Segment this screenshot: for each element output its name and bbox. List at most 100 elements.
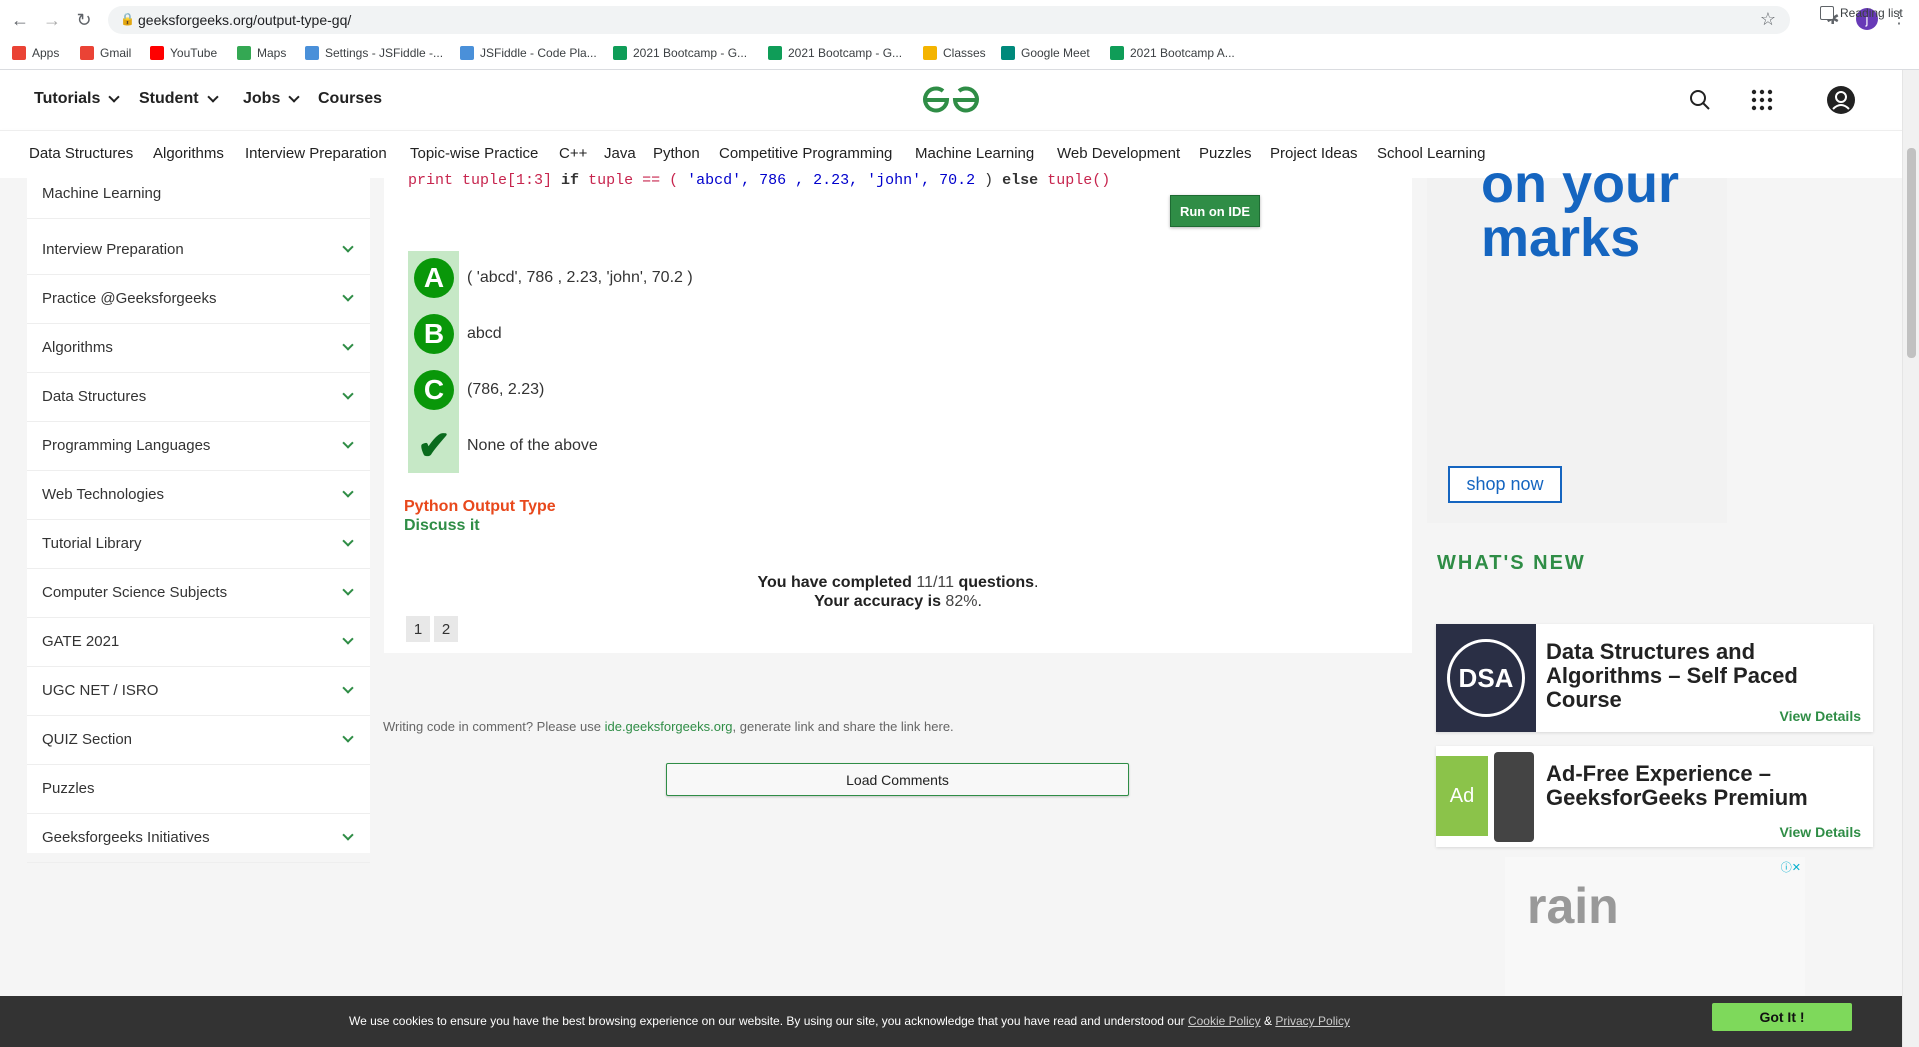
ide-link[interactable]: ide.geeksforgeeks.org [605, 719, 733, 734]
bookmark-item[interactable]: Gmail [80, 46, 131, 60]
sidebar-item[interactable]: Geeksforgeeks Initiatives [27, 814, 370, 863]
menu-tutorials[interactable]: Tutorials [34, 90, 121, 108]
chevron-down-icon [342, 731, 354, 743]
user-account-icon[interactable] [1826, 85, 1856, 115]
course-card-premium[interactable]: Ad Ad-Free Experience – GeeksforGeeks Pr… [1436, 746, 1873, 847]
shop-now-button[interactable]: shop now [1448, 466, 1562, 503]
bookmark-favicon-icon [923, 46, 937, 60]
bookmark-item[interactable]: YouTube [150, 46, 217, 60]
card-title: Data Structures and Algorithms – Self Pa… [1546, 639, 1798, 712]
browser-toolbar: ← → ↻ 🔒 geeksforgeeks.org/output-type-gq… [0, 0, 1919, 70]
load-comments-button[interactable]: Load Comments [666, 763, 1129, 796]
subnav-item[interactable]: Machine Learning [915, 145, 1034, 162]
subnav-item[interactable]: Python [653, 145, 700, 162]
bookmark-favicon-icon [1110, 46, 1124, 60]
sidebar-item[interactable]: Interview Preparation [27, 226, 370, 275]
got-it-button[interactable]: Got It ! [1712, 1003, 1852, 1031]
star-icon[interactable]: ☆ [1760, 9, 1776, 30]
reading-list[interactable]: Reading list [1820, 6, 1903, 20]
option-text[interactable]: (786, 2.23) [467, 381, 544, 399]
bookmark-item[interactable]: Settings - JSFiddle -... [305, 46, 443, 60]
address-bar[interactable]: 🔒 geeksforgeeks.org/output-type-gq/ ☆ [108, 6, 1790, 34]
subnav-item[interactable]: School Learning [1377, 145, 1485, 162]
option-text[interactable]: abcd [467, 325, 502, 343]
sidebar-item[interactable]: Web Technologies [27, 471, 370, 520]
cookie-policy-link[interactable]: Cookie Policy [1188, 1014, 1261, 1028]
sidebar-item[interactable]: Puzzles [27, 765, 370, 814]
subnav-item[interactable]: C++ [559, 145, 587, 162]
bookmark-item[interactable]: JSFiddle - Code Pla... [460, 46, 597, 60]
gfg-logo[interactable] [921, 83, 981, 117]
site-header: Tutorials Student Jobs Courses [0, 70, 1902, 130]
option-letter[interactable]: A [414, 258, 454, 298]
chevron-down-icon [342, 682, 354, 694]
chevron-down-icon [342, 437, 354, 449]
bookmark-item[interactable]: Classes [923, 46, 986, 60]
subnav-item[interactable]: Java [604, 145, 636, 162]
sidebar-item[interactable]: Data Structures [27, 373, 370, 422]
bookmark-item[interactable]: 2021 Bootcamp - G... [768, 46, 902, 60]
bookmark-item[interactable]: 2021 Bootcamp - G... [613, 46, 747, 60]
page-1-button[interactable]: 1 [406, 616, 430, 642]
subnav-item[interactable]: Project Ideas [1270, 145, 1358, 162]
sidebar-item[interactable]: Computer Science Subjects [27, 569, 370, 618]
bookmark-item[interactable]: Google Meet [1001, 46, 1090, 60]
subnav-item[interactable]: Interview Preparation [245, 145, 387, 162]
sidebar-item[interactable]: GATE 2021 [27, 618, 370, 667]
bookmark-favicon-icon [768, 46, 782, 60]
bookmark-item[interactable]: Maps [237, 46, 286, 60]
bookmark-favicon-icon [80, 46, 94, 60]
view-details-link[interactable]: View Details [1780, 824, 1861, 840]
subnav-item[interactable]: Web Development [1057, 145, 1180, 162]
ad-banner[interactable]: on your marks shop now [1427, 156, 1727, 523]
ad-choices-icon[interactable]: ⓘ✕ [1781, 859, 1801, 875]
menu-jobs[interactable]: Jobs [243, 90, 301, 108]
sidebar-item[interactable]: Tutorial Library [27, 520, 370, 569]
subnav-item[interactable]: Data Structures [29, 145, 133, 162]
code-line: print tuple[1:3] if tuple == ( 'abcd', 7… [408, 172, 1111, 189]
sidebar-item[interactable]: Practice @Geeksforgeeks [27, 275, 370, 324]
lock-icon: 🔒 [120, 12, 135, 26]
privacy-policy-link[interactable]: Privacy Policy [1275, 1014, 1350, 1028]
sidebar-item[interactable]: Machine Learning [27, 170, 370, 219]
search-icon[interactable] [1688, 88, 1712, 112]
topic-link[interactable]: Python Output Type [404, 498, 556, 516]
bookmark-favicon-icon [305, 46, 319, 60]
ad-banner-rain[interactable]: rain ⓘ✕ [1505, 857, 1805, 996]
apps-grid-icon[interactable] [1751, 89, 1773, 111]
page-2-button[interactable]: 2 [434, 616, 458, 642]
subnav-item[interactable]: Puzzles [1199, 145, 1252, 162]
correct-answer-check-icon[interactable]: ✔ [414, 424, 454, 468]
bookmark-favicon-icon [12, 46, 26, 60]
subnav-item[interactable]: Topic-wise Practice [410, 145, 538, 162]
run-on-ide-button[interactable]: Run on IDE [1170, 195, 1260, 227]
subnav-item[interactable]: Competitive Programming [719, 145, 892, 162]
scrollbar[interactable] [1902, 70, 1919, 1047]
discuss-link[interactable]: Discuss it [404, 517, 480, 535]
reload-icon[interactable]: ↻ [72, 8, 96, 32]
bookmark-item[interactable]: 2021 Bootcamp A... [1110, 46, 1235, 60]
chevron-down-icon [342, 339, 354, 351]
bookmark-favicon-icon [613, 46, 627, 60]
subnav-item[interactable]: Algorithms [153, 145, 224, 162]
scrollbar-thumb[interactable] [1907, 148, 1916, 358]
sidebar-item[interactable]: QUIZ Section [27, 716, 370, 765]
sidebar-item[interactable]: Programming Languages [27, 422, 370, 471]
sidebar-item[interactable]: Algorithms [27, 324, 370, 373]
menu-student[interactable]: Student [139, 90, 219, 108]
option-letter[interactable]: B [414, 314, 454, 354]
bookmark-favicon-icon [150, 46, 164, 60]
bookmark-item[interactable]: Apps [12, 46, 59, 60]
chevron-down-icon [342, 829, 354, 841]
sidebar-item[interactable]: UGC NET / ISRO [27, 667, 370, 716]
forward-icon[interactable]: → [40, 8, 64, 32]
option-letter[interactable]: C [414, 370, 454, 410]
course-card-dsa[interactable]: DSA Data Structures and Algorithms – Sel… [1436, 624, 1873, 732]
chevron-down-icon [342, 486, 354, 498]
view-details-link[interactable]: View Details [1780, 708, 1861, 724]
option-text[interactable]: None of the above [467, 437, 598, 455]
back-icon[interactable]: ← [8, 8, 32, 32]
menu-courses[interactable]: Courses [318, 90, 382, 108]
option-text[interactable]: ( 'abcd', 786 , 2.23, 'john', 70.2 ) [467, 269, 693, 287]
chevron-down-icon [342, 241, 354, 253]
